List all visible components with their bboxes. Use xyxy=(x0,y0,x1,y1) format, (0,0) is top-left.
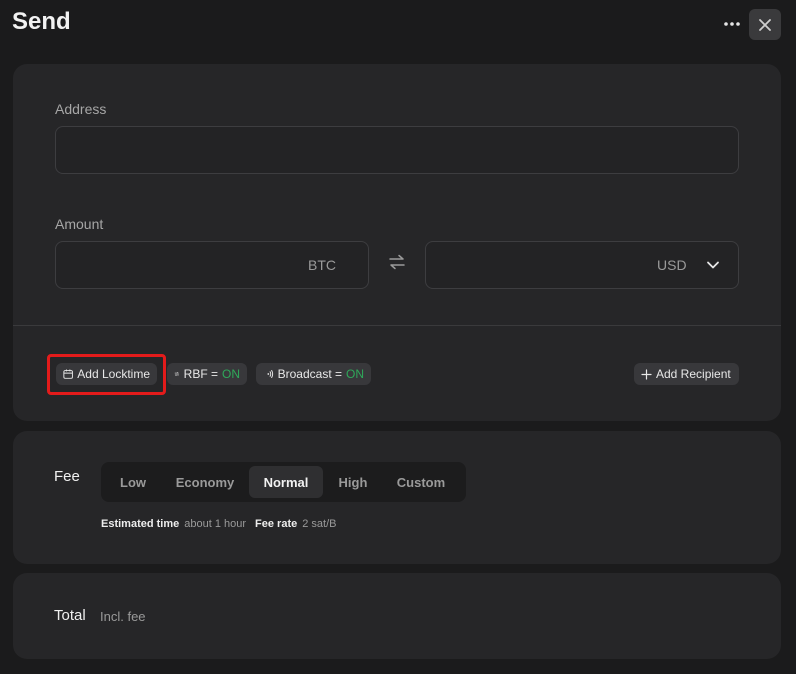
swap-icon[interactable] xyxy=(388,254,406,270)
fee-selector: Low Economy Normal High Custom xyxy=(101,462,466,502)
total-panel: Total Incl. fee xyxy=(13,573,781,659)
chevron-down-icon[interactable] xyxy=(706,260,720,270)
fee-option-economy[interactable]: Economy xyxy=(161,466,249,498)
fee-rate-value: 2 sat/B xyxy=(302,518,337,530)
fee-option-high[interactable]: High xyxy=(323,466,383,498)
fee-option-normal[interactable]: Normal xyxy=(249,466,323,498)
close-button[interactable] xyxy=(749,9,781,40)
usd-amount-field[interactable]: USD xyxy=(425,241,739,289)
close-icon xyxy=(759,18,771,31)
send-window: Send Address Amount BTC USD Add Locktime… xyxy=(0,0,796,674)
fee-option-low[interactable]: Low xyxy=(105,466,161,498)
rbf-toggle[interactable]: RBF = ON xyxy=(167,363,247,385)
add-locktime-label: Add Locktime xyxy=(77,367,150,381)
fee-label: Fee xyxy=(54,468,80,485)
address-field[interactable] xyxy=(55,126,739,174)
plus-icon xyxy=(641,368,652,380)
broadcast-state: ON xyxy=(346,367,364,381)
divider xyxy=(13,325,781,326)
fee-panel: Fee Low Economy Normal High Custom Estim… xyxy=(13,431,781,564)
btc-unit-label: BTC xyxy=(308,257,336,273)
total-label: Total xyxy=(54,607,86,624)
calendar-icon xyxy=(63,369,73,379)
page-title: Send xyxy=(12,8,71,35)
add-locktime-button[interactable]: Add Locktime xyxy=(56,363,157,385)
add-recipient-button[interactable]: Add Recipient xyxy=(634,363,739,385)
add-recipient-label: Add Recipient xyxy=(656,367,731,381)
usd-amount-input[interactable] xyxy=(426,242,738,288)
address-label: Address xyxy=(55,101,107,117)
fee-option-custom[interactable]: Custom xyxy=(383,466,459,498)
address-input[interactable] xyxy=(56,127,738,173)
rbf-state: ON xyxy=(222,367,240,381)
broadcast-toggle[interactable]: Broadcast = ON xyxy=(256,363,371,385)
broadcast-label: Broadcast = xyxy=(277,367,342,381)
fee-rate-label: Fee rate xyxy=(255,518,298,530)
more-options-button[interactable] xyxy=(718,10,746,38)
total-sublabel: Incl. fee xyxy=(100,609,146,624)
rbf-label: RBF = xyxy=(183,367,218,381)
amount-label: Amount xyxy=(55,216,104,232)
recipient-panel: Address Amount BTC USD Add Locktime RBF … xyxy=(13,64,781,421)
estimated-time-value: about 1 hour xyxy=(184,518,247,530)
usd-unit-label: USD xyxy=(657,257,687,273)
replace-icon xyxy=(174,372,179,376)
broadcast-icon xyxy=(267,369,274,379)
fee-estimate-row: Estimated time about 1 hour Fee rate 2 s… xyxy=(101,518,340,530)
btc-amount-field[interactable]: BTC xyxy=(55,241,369,289)
more-horizontal-icon xyxy=(724,22,740,26)
estimated-time-label: Estimated time xyxy=(101,518,180,530)
